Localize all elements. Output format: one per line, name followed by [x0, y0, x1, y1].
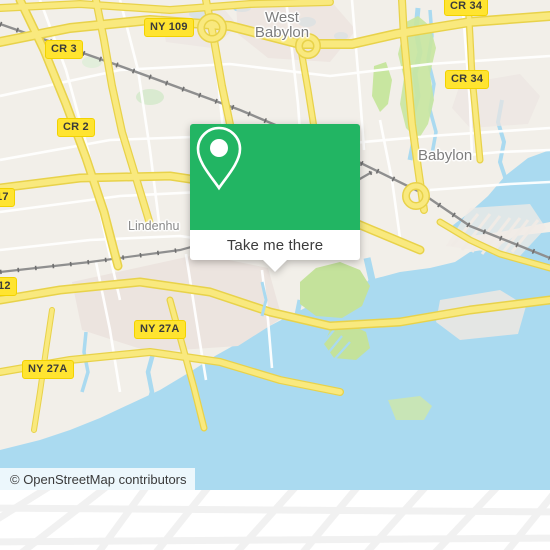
footer-map-watermark-icon [0, 490, 550, 550]
route-shield-ny-109: NY 109 [144, 18, 194, 37]
route-shield-cr-34-top: CR 34 [444, 0, 489, 16]
route-shield-ny-27a-left: NY 27A [22, 360, 74, 379]
map-attribution[interactable]: © OpenStreetMap contributors [0, 468, 195, 490]
card-pin-panel [190, 124, 360, 230]
moovit-map-screenshot: West Babylon Babylon Lindenhu NY 109 CR … [0, 0, 550, 550]
take-me-there-button-label: Take me there [226, 236, 324, 254]
card-pointer-tail [263, 260, 287, 272]
route-shield-cr-2: CR 2 [57, 118, 95, 137]
route-shield-cr-34: CR 34 [445, 70, 490, 89]
route-shield-12-clipped: 12 [0, 277, 17, 296]
map-canvas[interactable]: West Babylon Babylon Lindenhu NY 109 CR … [0, 0, 550, 490]
route-shield-17-clipped: 17 [0, 188, 15, 207]
take-me-there-card[interactable]: Take me there [190, 124, 360, 272]
take-me-there-button[interactable]: Take me there [190, 230, 360, 260]
map-attribution-label: © OpenStreetMap contributors [10, 471, 187, 487]
footer-bar: Rose's Salon, New York City moovit [0, 490, 550, 550]
route-shield-ny-27a-center: NY 27A [134, 320, 186, 339]
route-shield-cr-3: CR 3 [45, 40, 83, 59]
